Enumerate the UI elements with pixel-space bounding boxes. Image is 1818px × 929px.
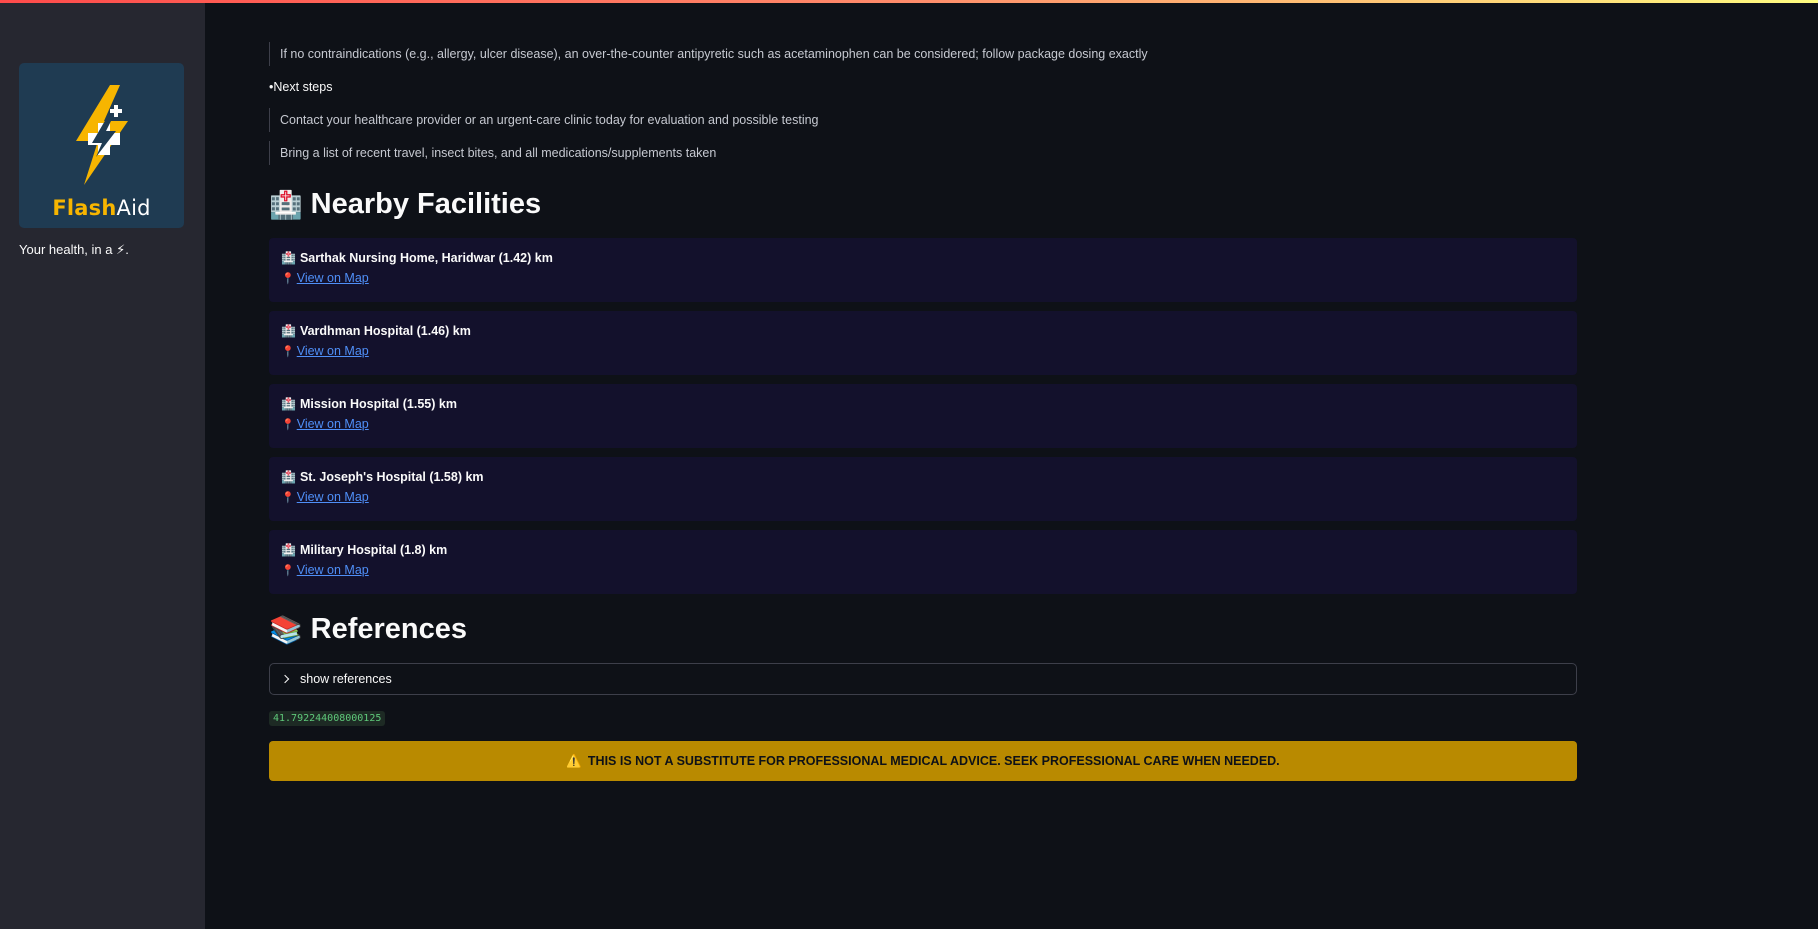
hospital-icon: 🏥 (281, 251, 296, 265)
facilities-heading: 🏥 Nearby Facilities (269, 188, 541, 221)
elapsed-time-value: 41.792244008000125 (269, 711, 386, 726)
hospital-icon: 🏥 (269, 189, 303, 220)
facility-name: 🏥 Vardhman Hospital (1.46) km (281, 323, 1565, 339)
view-on-map-link[interactable]: View on Map (297, 417, 369, 431)
facility-name-text: Mission Hospital (1.55) km (299, 397, 457, 411)
books-icon: 📚 (269, 614, 303, 645)
logo-word-aid: Aid (116, 196, 151, 220)
map-pin-icon: 📍 (281, 345, 295, 358)
facility-card: 🏥 Vardhman Hospital (1.46) km 📍 View on … (269, 311, 1577, 375)
facility-name: 🏥 Mission Hospital (1.55) km (281, 396, 1565, 412)
facility-name-text: Military Hospital (1.8) km (299, 543, 448, 557)
facilities-heading-text: Nearby Facilities (310, 188, 542, 220)
references-heading-text: References (310, 613, 467, 645)
main-content: If no contraindications (e.g., allergy, … (269, 0, 1577, 929)
references-expander-label: show references (300, 672, 392, 686)
next-steps-heading-text: Next steps (273, 80, 333, 94)
map-pin-icon: 📍 (281, 491, 295, 504)
hospital-icon: 🏥 (281, 324, 296, 338)
top-decoration-stripe (0, 0, 1818, 3)
logo-wordmark: FlashAid (19, 196, 184, 220)
references-expander[interactable]: show references (269, 663, 1577, 695)
hospital-icon: 🏥 (281, 543, 296, 557)
view-on-map-link[interactable]: View on Map (297, 344, 369, 358)
facility-name-text: St. Joseph's Hospital (1.58) km (299, 470, 484, 484)
map-pin-icon: 📍 (281, 418, 295, 431)
disclaimer-text: THIS IS NOT A SUBSTITUTE FOR PROFESSIONA… (587, 754, 1280, 768)
lightning-medical-cross-icon (75, 85, 128, 185)
advice-otc-line: If no contraindications (e.g., allergy, … (269, 42, 1148, 66)
view-on-map-link[interactable]: View on Map (297, 490, 369, 504)
view-on-map-link[interactable]: View on Map (297, 563, 369, 577)
next-step-item: Bring a list of recent travel, insect bi… (269, 141, 716, 165)
facility-card: 🏥 Sarthak Nursing Home, Haridwar (1.42) … (269, 238, 1577, 302)
facility-map-row: 📍 View on Map (281, 562, 1565, 578)
hospital-icon: 🏥 (281, 470, 296, 484)
next-steps-heading: •Next steps (269, 80, 332, 94)
logo-word-flash: Flash (52, 196, 117, 220)
medical-disclaimer-banner: ⚠️ THIS IS NOT A SUBSTITUTE FOR PROFESSI… (269, 741, 1577, 781)
references-heading: 📚 References (269, 613, 467, 646)
next-step-item: Contact your healthcare provider or an u… (269, 108, 819, 132)
facility-map-row: 📍 View on Map (281, 416, 1565, 432)
warning-icon: ⚠️ (566, 753, 582, 768)
facility-name-text: Vardhman Hospital (1.46) km (299, 324, 471, 338)
facility-name: 🏥 Sarthak Nursing Home, Haridwar (1.42) … (281, 250, 1565, 266)
app-logo: FlashAid (19, 63, 184, 228)
sidebar-tagline: Your health, in a ⚡. (19, 242, 129, 257)
facility-map-row: 📍 View on Map (281, 270, 1565, 286)
map-pin-icon: 📍 (281, 564, 295, 577)
facility-card: 🏥 Mission Hospital (1.55) km 📍 View on M… (269, 384, 1577, 448)
sidebar: FlashAid Your health, in a ⚡. (0, 0, 205, 929)
facility-map-row: 📍 View on Map (281, 343, 1565, 359)
facility-name: 🏥 Military Hospital (1.8) km (281, 542, 1565, 558)
facility-card: 🏥 St. Joseph's Hospital (1.58) km 📍 View… (269, 457, 1577, 521)
map-pin-icon: 📍 (281, 272, 295, 285)
facility-name-text: Sarthak Nursing Home, Haridwar (1.42) km (299, 251, 553, 265)
hospital-icon: 🏥 (281, 397, 296, 411)
facility-card: 🏥 Military Hospital (1.8) km 📍 View on M… (269, 530, 1577, 594)
facility-map-row: 📍 View on Map (281, 489, 1565, 505)
chevron-right-icon (280, 674, 290, 684)
view-on-map-link[interactable]: View on Map (297, 271, 369, 285)
facility-name: 🏥 St. Joseph's Hospital (1.58) km (281, 469, 1565, 485)
